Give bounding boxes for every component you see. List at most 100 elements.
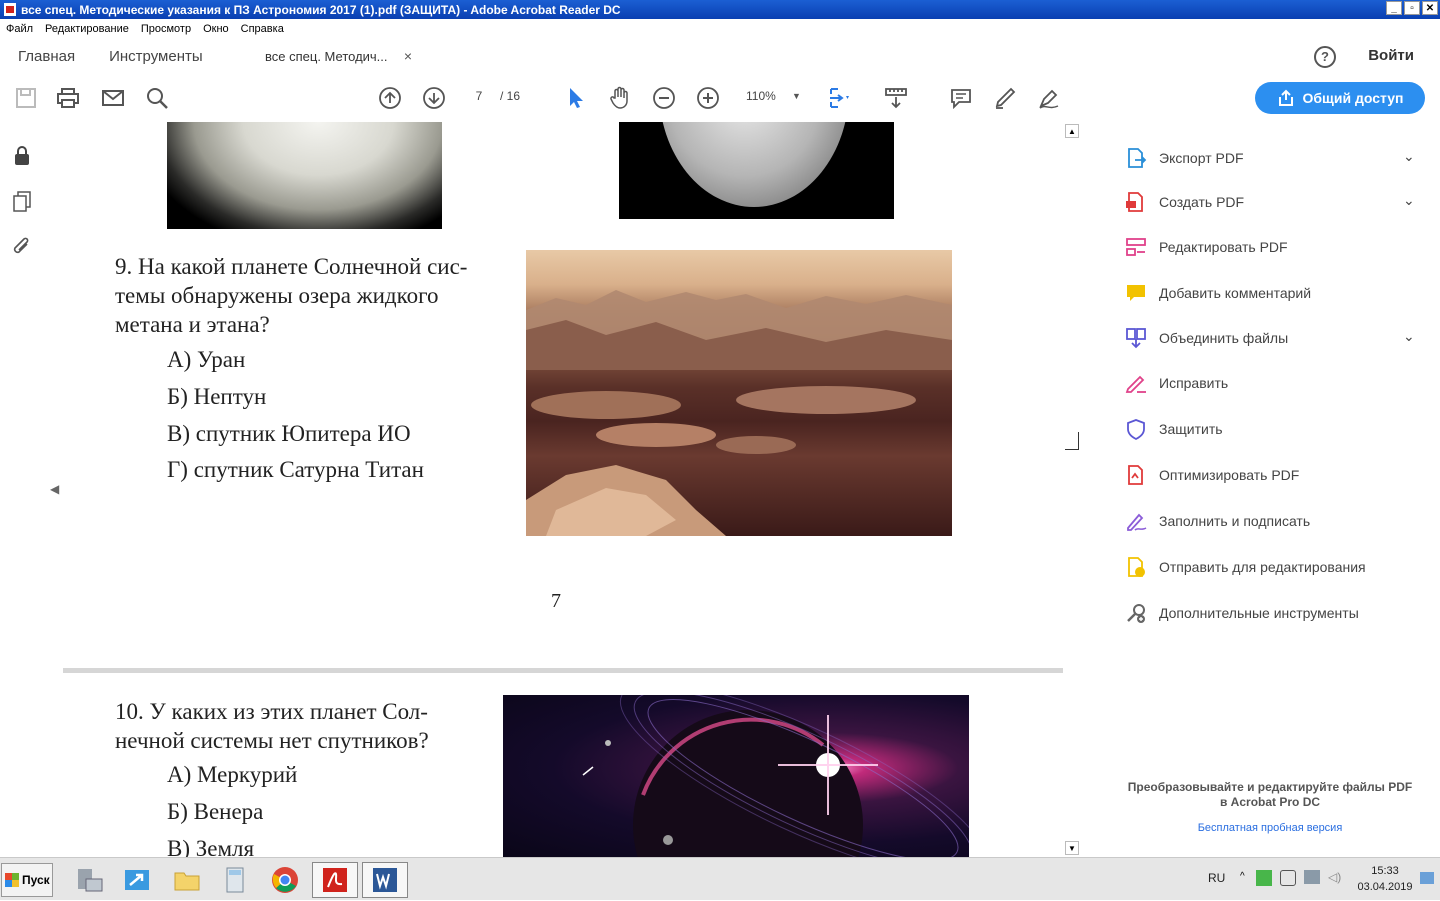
page-number-input[interactable]: 7 (466, 89, 492, 103)
tab-tools[interactable]: Инструменты (109, 48, 203, 65)
menu-file[interactable]: Файл (6, 23, 33, 35)
clock-date: 03.04.2019 (1357, 881, 1413, 893)
edit-pdf-icon (1125, 236, 1147, 258)
tool-fill-sign-label: Заполнить и подписать (1159, 513, 1311, 529)
menu-edit[interactable]: Редактирование (45, 23, 129, 35)
tool-create-pdf[interactable]: Создать PDF (1125, 188, 1244, 216)
tool-more-tools-label: Дополнительные инструменты (1159, 605, 1359, 621)
fill-sign-icon (1125, 510, 1147, 532)
create-pdf-icon (1125, 191, 1147, 213)
volume-icon[interactable]: ◁) (1328, 870, 1341, 884)
chrome-icon[interactable] (262, 862, 308, 898)
q10-answer-b: Б) Венера (167, 799, 264, 824)
print-icon[interactable] (56, 86, 80, 110)
tool-export-pdf[interactable]: Экспорт PDF (1125, 144, 1244, 172)
chevron-down-icon[interactable]: ⌄ (1403, 328, 1415, 345)
q10-answer-c: В) Земля (167, 836, 255, 857)
start-button[interactable]: Пуск (1, 863, 53, 897)
tray-device-icon[interactable] (1280, 870, 1296, 886)
question-10-line2: нечной системы нет спутников? (115, 728, 429, 753)
chevron-down-icon[interactable]: ⌄ (1403, 192, 1415, 209)
tray-app-icon[interactable] (1256, 870, 1272, 886)
tool-add-comment[interactable]: Добавить комментарий (1125, 279, 1311, 307)
folder-icon[interactable] (164, 862, 210, 898)
hand-tool-icon[interactable] (608, 86, 632, 110)
zoom-out-icon[interactable] (652, 86, 676, 110)
zoom-dropdown-arrow[interactable]: ▼ (792, 91, 801, 101)
page-separator (63, 668, 1063, 673)
vertical-scrollbar[interactable]: ▲ ▼ (1065, 122, 1080, 857)
login-button[interactable]: Войти (1368, 47, 1414, 64)
tab-home[interactable]: Главная (18, 48, 75, 65)
tool-combine-files[interactable]: Объединить файлы (1125, 324, 1288, 352)
window-title: все спец. Методические указания к ПЗ Аст… (21, 2, 621, 17)
menu-window[interactable]: Окно (203, 23, 229, 35)
scrollbar-thumb[interactable] (1065, 432, 1079, 450)
combine-files-icon (1125, 327, 1147, 349)
tool-create-pdf-label: Создать PDF (1159, 194, 1245, 210)
share-label: Общий доступ (1302, 90, 1404, 106)
acrobat-taskbar-icon[interactable] (312, 862, 358, 898)
scroll-down-arrow[interactable]: ▼ (1065, 841, 1079, 855)
scroll-up-arrow[interactable]: ▲ (1065, 124, 1079, 138)
zoom-in-icon[interactable] (696, 86, 720, 110)
planet-rings-image (503, 695, 969, 857)
prev-page-arrow[interactable]: ◀ (50, 482, 59, 496)
tool-send-review-label: Отправить для редактирования (1159, 559, 1366, 575)
sign-icon[interactable] (1037, 86, 1061, 110)
tool-protect[interactable]: Защитить (1125, 415, 1223, 443)
help-button[interactable]: ? (1314, 46, 1336, 68)
tool-optimize-pdf-label: Оптимизировать PDF (1159, 467, 1300, 483)
tool-fix[interactable]: Исправить (1125, 369, 1228, 397)
tab-document[interactable]: все спец. Методич... × (250, 38, 420, 74)
clock[interactable]: 15:33 03.04.2019 (1352, 863, 1418, 895)
highlight-pen-icon[interactable] (993, 86, 1017, 110)
document-view[interactable]: 9. На какой планете Солнечной сис- темы … (45, 122, 1065, 857)
zoom-level[interactable]: 110% (746, 89, 776, 103)
menu-view[interactable]: Просмотр (141, 23, 191, 35)
menu-help[interactable]: Справка (241, 23, 284, 35)
question-9-line3: метана и этана? (115, 312, 270, 337)
tool-send-review[interactable]: Отправить для редактирования (1125, 553, 1366, 581)
page-total: / 16 (500, 89, 521, 103)
promo-line-1: Преобразовывайте и редактируйте файлы PD… (1127, 780, 1413, 794)
main-toolbar: 7 / 16 110% ▼ (0, 74, 1440, 122)
comment-icon[interactable] (949, 86, 973, 110)
lock-icon[interactable] (11, 144, 33, 166)
pages-icon[interactable] (11, 190, 33, 212)
tool-edit-pdf[interactable]: Редактировать PDF (1125, 233, 1288, 261)
close-tab-button[interactable]: × (404, 48, 412, 64)
computer-icon[interactable] (66, 862, 112, 898)
explorer-arrow-icon[interactable] (114, 862, 160, 898)
prev-page-icon[interactable] (378, 86, 402, 110)
attachment-icon[interactable] (11, 236, 33, 258)
tool-fix-label: Исправить (1159, 375, 1229, 391)
save-icon[interactable] (14, 86, 38, 110)
tool-protect-label: Защитить (1159, 421, 1223, 437)
language-indicator[interactable]: RU (1208, 871, 1225, 885)
show-desktop-icon[interactable] (1420, 872, 1434, 884)
minimize-button[interactable]: _ (1386, 1, 1402, 15)
scroll-mode-icon[interactable] (884, 86, 908, 110)
free-trial-link[interactable]: Бесплатная пробная версия (1115, 822, 1425, 834)
tray-expand-icon[interactable]: ^ (1240, 871, 1245, 882)
tool-fill-sign[interactable]: Заполнить и подписать (1125, 507, 1310, 535)
restore-button[interactable]: ▫ (1404, 1, 1420, 15)
select-cursor-icon[interactable] (564, 86, 588, 110)
fit-page-icon[interactable] (828, 86, 852, 110)
network-icon[interactable] (1304, 870, 1320, 884)
share-button[interactable]: Общий доступ (1255, 82, 1425, 114)
chevron-down-icon[interactable]: ⌄ (1403, 148, 1415, 165)
windows-logo-icon (5, 873, 19, 887)
calculator-icon[interactable] (212, 862, 258, 898)
email-icon[interactable] (101, 86, 125, 110)
tool-optimize-pdf[interactable]: Оптимизировать PDF (1125, 461, 1299, 489)
taskbar: Пуск RU ^ ◁) 15:33 03.04.2019 (0, 857, 1440, 900)
next-page-icon[interactable] (422, 86, 446, 110)
tools-panel: Экспорт PDF ⌄ Создать PDF ⌄ Редактироват… (1095, 122, 1440, 857)
q10-answer-a: А) Меркурий (167, 762, 298, 787)
search-icon[interactable] (145, 86, 169, 110)
close-window-button[interactable]: ✕ (1422, 1, 1438, 15)
word-taskbar-icon[interactable] (362, 862, 408, 898)
tool-more-tools[interactable]: Дополнительные инструменты (1125, 599, 1359, 627)
